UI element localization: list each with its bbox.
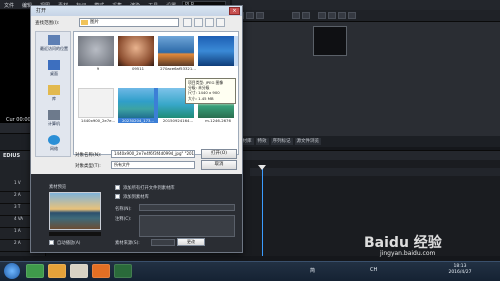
watermark-url: jingyan.baidu.com bbox=[380, 250, 436, 257]
file-item-selected[interactable] bbox=[198, 36, 238, 66]
up-folder-icon[interactable] bbox=[194, 18, 203, 27]
lookin-dropdown[interactable]: 图片 bbox=[79, 18, 179, 27]
bin-cut-button[interactable] bbox=[318, 12, 326, 19]
close-icon[interactable]: × bbox=[229, 7, 240, 15]
taskbar-app[interactable] bbox=[92, 264, 110, 278]
tab-source-browser[interactable]: 源文件浏览 bbox=[294, 138, 321, 145]
start-button[interactable] bbox=[4, 263, 20, 279]
file-thumbnail bbox=[118, 88, 154, 118]
dialog-title: 打开 bbox=[31, 6, 242, 16]
desktop-icon bbox=[48, 60, 60, 70]
bin-add-sequence-button[interactable] bbox=[302, 12, 310, 19]
filetype-select[interactable]: 所有文件 bbox=[111, 161, 195, 169]
change-reel-button[interactable]: 更改 bbox=[177, 238, 205, 246]
comment-label: 注释(C): bbox=[115, 217, 132, 222]
reel-field[interactable] bbox=[151, 239, 175, 246]
taskbar-app[interactable] bbox=[48, 264, 66, 278]
menu-item[interactable]: 文件 bbox=[4, 2, 14, 9]
network-icon bbox=[48, 135, 60, 145]
taskbar-app[interactable] bbox=[70, 264, 88, 278]
tray-language[interactable]: CH bbox=[370, 267, 377, 273]
file-item[interactable]: 9 bbox=[78, 36, 118, 71]
bin-up-button[interactable] bbox=[256, 12, 264, 19]
lookin-label: 查找范围(I): bbox=[35, 21, 60, 26]
add-bin-label: 添加到素材库 bbox=[123, 195, 149, 200]
autoplay-label: 自动播放(A) bbox=[57, 241, 81, 246]
bin-titlebar bbox=[232, 0, 500, 10]
filename-input[interactable]: 1440x900_2e7e4f6f3f4d0994_jpg" "2016... bbox=[111, 150, 195, 158]
file-thumbnail bbox=[118, 36, 154, 66]
taskbar-app[interactable] bbox=[26, 264, 44, 278]
app-window: 文件 编辑 视图 素材 标记 模式 采集 渲染 工具 设置 帮助 PLR Cur… bbox=[0, 0, 500, 281]
place-network[interactable]: 网络 bbox=[38, 135, 70, 152]
back-icon[interactable] bbox=[183, 18, 192, 27]
timeline-ruler[interactable] bbox=[250, 168, 500, 176]
taskbar-clock[interactable]: 18:13 2016/4/27 bbox=[444, 264, 476, 276]
bin-clip-area[interactable] bbox=[232, 22, 500, 136]
computer-icon bbox=[48, 110, 60, 120]
reel-label: 素材来源(S): bbox=[115, 241, 140, 246]
nav-buttons bbox=[183, 18, 225, 27]
bin-toolbar bbox=[232, 10, 500, 22]
add-bin-checkbox[interactable] bbox=[115, 194, 120, 199]
name-label: 名称(N): bbox=[115, 207, 132, 212]
bin-tabs: 素材库 特效 序列标记 源文件浏览 bbox=[232, 136, 500, 147]
name-field[interactable] bbox=[139, 204, 235, 211]
taskbar-app[interactable] bbox=[114, 264, 132, 278]
place-desktop[interactable]: 桌面 bbox=[38, 60, 70, 77]
comment-field[interactable] bbox=[139, 215, 235, 237]
file-thumbnail bbox=[198, 36, 234, 66]
preview-scrollbar[interactable] bbox=[49, 232, 101, 236]
file-item[interactable]: 09511 bbox=[118, 36, 158, 71]
file-item-selected[interactable]: 20230204_173... bbox=[118, 88, 158, 123]
place-computer[interactable]: 计算机 bbox=[38, 110, 70, 127]
view-menu-icon[interactable] bbox=[216, 18, 225, 27]
preview-image bbox=[49, 192, 101, 230]
bin-delete-button[interactable] bbox=[348, 12, 356, 19]
places-bar: 最近访问的位置 桌面 库 计算机 网络 bbox=[35, 31, 71, 157]
timeline-playhead-marker[interactable] bbox=[258, 165, 266, 170]
timeline-app-label: EDIUS bbox=[3, 153, 21, 159]
file-item[interactable]: 1440x900_2e7e... bbox=[78, 88, 118, 123]
filetype-label: 对象类型(T): bbox=[75, 164, 101, 169]
library-icon bbox=[48, 85, 60, 95]
dialog-options-panel: 素材预览 添加所有打开文件到素材库 添加到素材库 名称(N): 注释(C): 素… bbox=[31, 174, 242, 252]
watermark-logo: Baidu 经验 bbox=[364, 235, 442, 251]
file-thumbnail bbox=[78, 88, 114, 118]
bin-copy-button[interactable] bbox=[328, 12, 336, 19]
place-libraries[interactable]: 库 bbox=[38, 85, 70, 102]
filename-label: 对象名称(N): bbox=[75, 153, 102, 158]
autoplay-checkbox[interactable] bbox=[49, 240, 54, 245]
add-all-checkbox[interactable] bbox=[115, 185, 120, 190]
bin-clip-thumbnail[interactable] bbox=[313, 26, 347, 56]
file-thumbnail bbox=[158, 36, 194, 66]
cancel-button[interactable]: 取消 bbox=[201, 160, 237, 170]
tray-ime[interactable]: 简 bbox=[310, 267, 315, 274]
tab-effects[interactable]: 特效 bbox=[255, 138, 269, 145]
bin-add-button[interactable] bbox=[292, 12, 300, 19]
preview-label: 素材预览 bbox=[49, 185, 67, 190]
new-folder-icon[interactable] bbox=[205, 18, 214, 27]
open-button[interactable]: 打开(O) bbox=[201, 149, 237, 159]
tab-markers[interactable]: 序列标记 bbox=[270, 138, 293, 145]
timeline-cursor-line[interactable] bbox=[262, 168, 263, 256]
add-all-label: 添加所有打开文件到素材库 bbox=[123, 186, 175, 191]
bin-paste-button[interactable] bbox=[338, 12, 346, 19]
file-item[interactable]: 270ace6af53321... bbox=[158, 36, 198, 71]
file-thumbnail bbox=[78, 36, 114, 66]
open-file-dialog: 打开 × 查找范围(I): 图片 最近访问的位置 桌面 库 计算机 网络 9 0… bbox=[30, 5, 243, 253]
file-info-tooltip: 项目类型: JPEG 图像 分级: 未分级 尺寸: 1440 x 900 大小:… bbox=[185, 78, 236, 104]
bin-search-button[interactable] bbox=[246, 12, 254, 19]
place-recent[interactable]: 最近访问的位置 bbox=[38, 35, 70, 52]
recent-places-icon bbox=[48, 35, 60, 45]
folder-icon bbox=[81, 20, 88, 25]
